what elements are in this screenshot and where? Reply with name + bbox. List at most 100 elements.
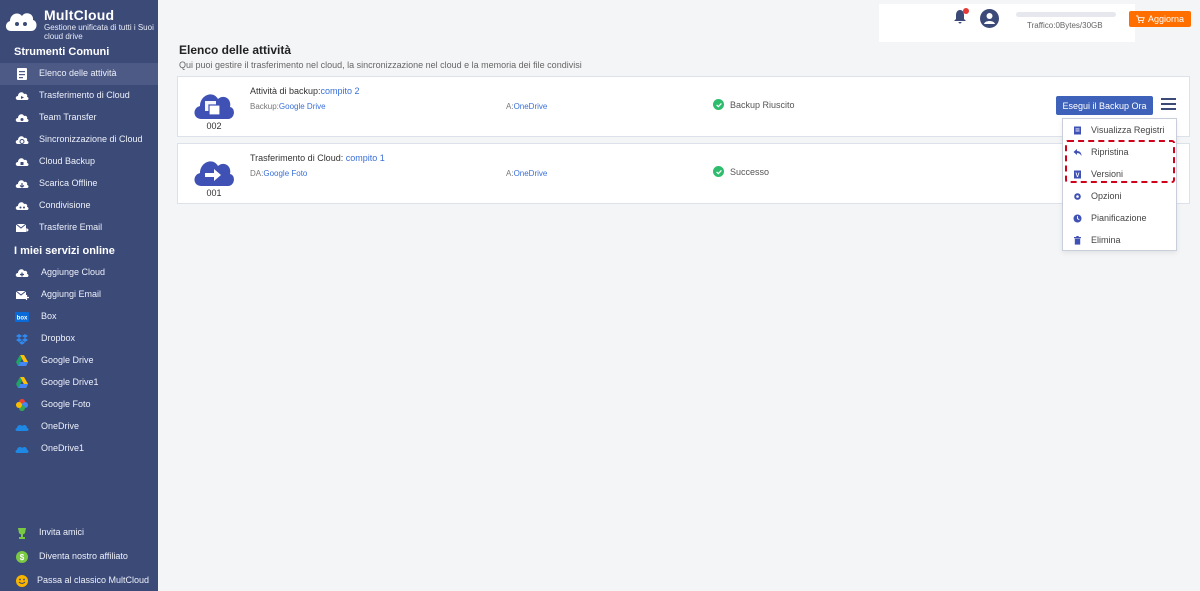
sidebar-item-invite-friends[interactable]: Invita amici: [0, 522, 158, 544]
sidebar-item-task-list[interactable]: Elenco delle attività: [0, 63, 158, 85]
dest-link[interactable]: OneDrive: [514, 169, 548, 178]
sidebar-item-add-cloud[interactable]: Aggiunge Cloud: [0, 262, 158, 284]
menu-item-label: Opzioni: [1091, 191, 1122, 201]
upgrade-button[interactable]: Aggiorna: [1129, 11, 1191, 27]
menu-item-options[interactable]: Opzioni: [1063, 186, 1176, 206]
sidebar-item-label: Google Drive1: [41, 377, 99, 387]
sidebar-item-google-photos[interactable]: Google Foto: [0, 394, 158, 416]
gear-icon: [1074, 193, 1081, 200]
sidebar-item-google-drive1[interactable]: Google Drive1: [0, 372, 158, 394]
svg-text:box: box: [17, 316, 28, 322]
task-source: DA:Google Foto: [250, 169, 307, 178]
section-title-services: I miei servizi online: [14, 245, 115, 257]
add-cloud-icon: [15, 269, 29, 277]
sidebar-item-label: Elenco delle attività: [39, 68, 117, 78]
sidebar-item-label: Diventa nostro affiliato: [39, 551, 128, 561]
upgrade-label: Aggiorna: [1147, 14, 1185, 24]
menu-item-label: Visualizza Registri: [1091, 125, 1165, 135]
sidebar-item-label: Scarica Offline: [39, 178, 98, 188]
task-name-link[interactable]: compito 2: [321, 86, 360, 96]
dest-label: A:: [506, 102, 514, 111]
brand-tagline: Gestione unificata di tutti i Suoi cloud…: [44, 23, 154, 41]
sidebar-item-label: Dropbox: [41, 333, 76, 343]
brand[interactable]: MultCloud Gestione unificata di tutti i …: [0, 0, 158, 44]
task-status: Successo: [713, 166, 769, 177]
google-photos-icon: [16, 399, 28, 411]
avatar[interactable]: [980, 9, 999, 28]
menu-item-label: Elimina: [1091, 235, 1121, 245]
sidebar-item-cloud-sync[interactable]: Sincronizzazione di Cloud: [0, 129, 158, 151]
share-icon: [15, 202, 29, 210]
status-text: Backup Riuscito: [730, 99, 795, 110]
sidebar-item-label: Aggiungi Email: [41, 289, 102, 299]
svg-text:$: $: [20, 553, 25, 562]
google-drive-icon: [16, 377, 28, 388]
clock-icon: [1073, 214, 1082, 223]
sidebar-item-label: Team Transfer: [39, 112, 97, 122]
sidebar-item-label: Cloud Backup: [39, 156, 96, 166]
menu-item-versions[interactable]: V Versioni: [1063, 164, 1176, 184]
notification-dot: [963, 8, 969, 14]
google-drive-icon: [16, 355, 28, 366]
menu-item-label: Versioni: [1091, 169, 1124, 179]
multcloud-logo-icon: [5, 13, 37, 32]
menu-item-view-logs[interactable]: Visualizza Registri: [1063, 120, 1176, 140]
sidebar-item-onedrive1[interactable]: OneDrive1: [0, 438, 158, 460]
brand-name: MultCloud: [44, 7, 115, 23]
add-email-icon: [15, 290, 29, 300]
status-text: Successo: [730, 166, 770, 177]
sidebar-item-label: OneDrive1: [41, 443, 85, 453]
dollar-icon: $: [16, 551, 28, 563]
sidebar-item-dropbox[interactable]: Dropbox: [0, 328, 158, 350]
task-menu-icon[interactable]: [1161, 97, 1176, 111]
offline-download-icon: [15, 180, 29, 188]
success-check-icon: [713, 99, 724, 110]
team-transfer-icon: [15, 114, 29, 122]
menu-item-label: Pianificazione: [1091, 213, 1147, 223]
dropbox-icon: [16, 334, 28, 345]
task-destination: A:OneDrive: [506, 102, 547, 111]
sidebar-item-google-drive[interactable]: Google Drive: [0, 350, 158, 372]
dest-label: A:: [506, 169, 514, 178]
sidebar-item-cloud-backup[interactable]: Cloud Backup: [0, 151, 158, 173]
dest-link[interactable]: OneDrive: [514, 102, 548, 111]
page-title: Elenco delle attività: [179, 43, 292, 57]
onedrive-icon: [15, 446, 29, 453]
onedrive-icon: [15, 424, 29, 431]
menu-item-schedule[interactable]: Pianificazione: [1063, 208, 1176, 228]
task-title: Trasferimento di Cloud: compito 1: [250, 153, 385, 163]
sidebar-item-label: Condivisione: [39, 200, 91, 210]
sidebar-item-offline-download[interactable]: Scarica Offline: [0, 173, 158, 195]
menu-item-restore[interactable]: Ripristina: [1063, 142, 1176, 162]
sidebar-item-classic[interactable]: Passa al classico MultCloud: [0, 570, 158, 591]
sidebar-item-label: Google Foto: [41, 399, 91, 409]
task-name-link[interactable]: compito 1: [346, 153, 385, 163]
task-card-backup[interactable]: 002 Attività di backup:compito 2 Backup:…: [177, 76, 1190, 137]
sidebar-item-share[interactable]: Condivisione: [0, 195, 158, 217]
sidebar-item-email-transfer[interactable]: Trasferire Email: [0, 217, 158, 239]
sidebar-item-label: Sincronizzazione di Cloud: [39, 134, 143, 144]
sidebar-item-affiliate[interactable]: $ Diventa nostro affiliato: [0, 546, 158, 568]
success-check-icon: [713, 166, 724, 177]
sidebar-item-label: OneDrive: [41, 421, 80, 431]
task-destination: A:OneDrive: [506, 169, 547, 178]
task-status: Backup Riuscito: [713, 99, 795, 110]
cloud-transfer-icon: [15, 92, 29, 100]
menu-item-delete[interactable]: Elimina: [1063, 230, 1176, 250]
sidebar-item-team-transfer[interactable]: Team Transfer: [0, 107, 158, 129]
task-card-transfer[interactable]: 001 Trasferimento di Cloud: compito 1 DA…: [177, 143, 1190, 204]
sidebar-item-label: Google Drive: [41, 355, 94, 365]
source-link[interactable]: Google Drive: [279, 102, 326, 111]
source-link[interactable]: Google Foto: [263, 169, 307, 178]
sidebar-item-label: Trasferire Email: [39, 222, 103, 232]
sidebar: MultCloud Gestione unificata di tutti i …: [0, 0, 158, 591]
task-context-menu: Visualizza Registri Ripristina V Version…: [1062, 118, 1177, 251]
sidebar-item-cloud-transfer[interactable]: Trasferimento di Cloud: [0, 85, 158, 107]
sidebar-item-add-email[interactable]: Aggiungi Email: [0, 284, 158, 306]
sidebar-item-box[interactable]: box Box: [0, 306, 158, 328]
sidebar-item-label: Trasferimento di Cloud: [39, 90, 130, 100]
sidebar-item-onedrive[interactable]: OneDrive: [0, 416, 158, 438]
box-icon: box: [15, 312, 29, 322]
svg-text:V: V: [1075, 173, 1079, 179]
run-backup-now-button[interactable]: Esegui il Backup Ora: [1056, 96, 1153, 115]
